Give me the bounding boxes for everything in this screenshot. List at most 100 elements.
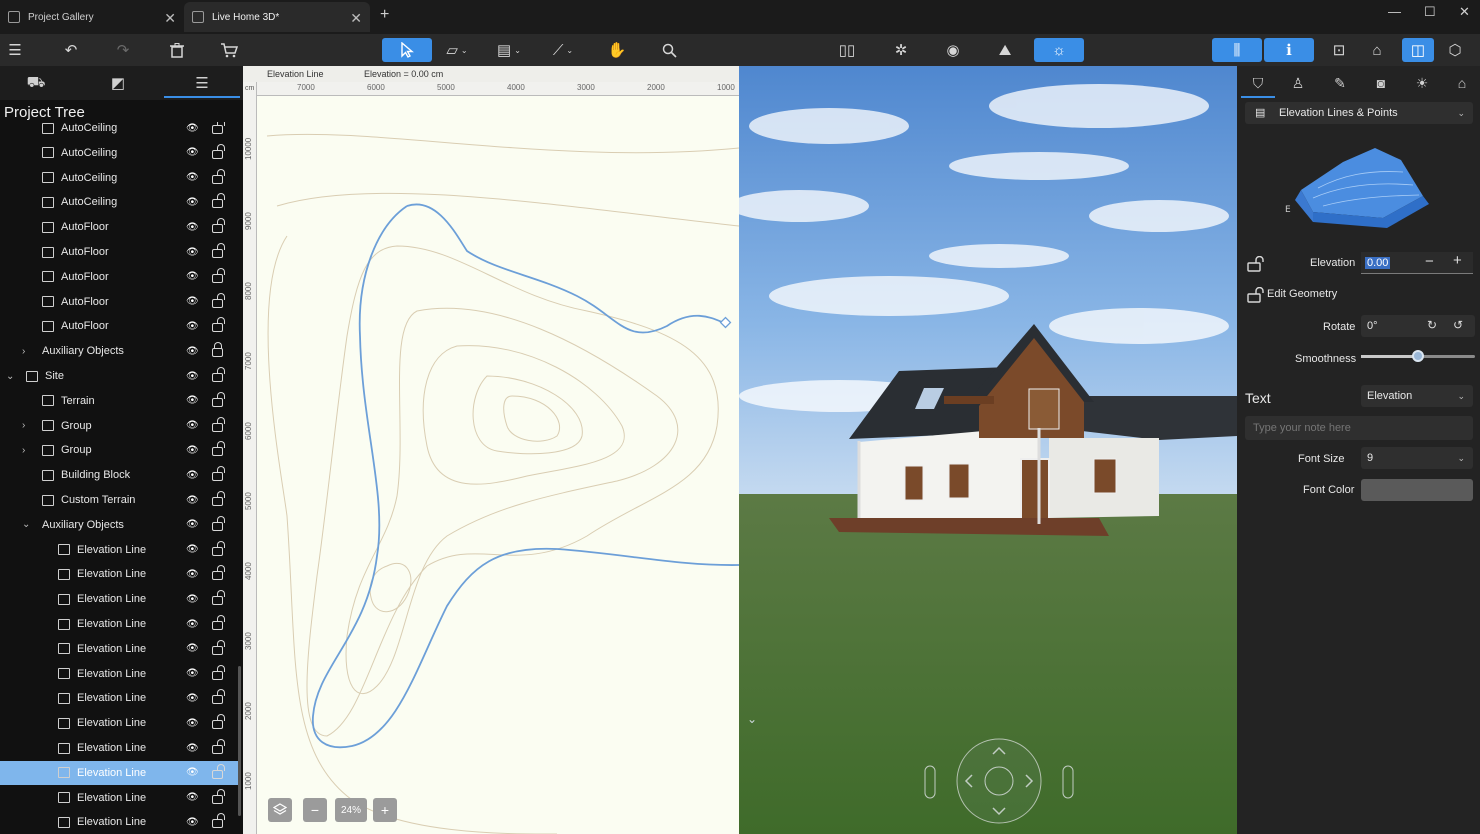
increment-button[interactable]: + bbox=[1453, 252, 1462, 269]
dimension-tool-icon[interactable]: ⟋ ⌄ bbox=[550, 38, 576, 62]
unlock-icon[interactable] bbox=[212, 590, 225, 606]
visibility-eye-icon[interactable]: 👁 bbox=[186, 495, 199, 506]
rotate-input[interactable]: 0° ↻ ↺ bbox=[1361, 315, 1475, 337]
unlock-icon[interactable] bbox=[212, 689, 225, 705]
tab-project-gallery[interactable]: Project Gallery ✕ bbox=[0, 2, 184, 32]
split-view-icon[interactable]: ◫ bbox=[1402, 38, 1434, 62]
font-color-swatch[interactable] bbox=[1361, 479, 1473, 501]
tree-row[interactable]: Elevation Line 👁 bbox=[0, 686, 240, 710]
visibility-eye-icon[interactable]: 👁 bbox=[186, 247, 199, 258]
unlock-icon[interactable] bbox=[212, 540, 225, 556]
elevation-input[interactable]: 0.00 − + bbox=[1361, 252, 1473, 274]
trash-icon[interactable] bbox=[164, 38, 190, 62]
layers-button[interactable] bbox=[268, 798, 292, 822]
tree-row[interactable]: Elevation Line 👁 bbox=[0, 662, 240, 686]
contour-drawing[interactable] bbox=[257, 96, 739, 834]
plan-view[interactable]: Elevation Line Elevation = 0.00 cm 7000 6… bbox=[243, 66, 739, 834]
stamp-icon[interactable]: ♙ bbox=[1283, 72, 1313, 94]
tree-row[interactable]: › Group 👁 bbox=[0, 438, 240, 462]
visibility-eye-icon[interactable]: 👁 bbox=[186, 197, 199, 208]
visibility-eye-icon[interactable]: 👁 bbox=[186, 123, 199, 134]
tree-row[interactable]: ⌄ Site 👁 bbox=[0, 364, 240, 388]
visibility-eye-icon[interactable]: 👁 bbox=[186, 668, 199, 679]
unlock-icon[interactable] bbox=[212, 367, 225, 382]
new-tab-icon[interactable]: + bbox=[380, 6, 389, 24]
cameras-icon[interactable]: ▯▯ bbox=[834, 38, 860, 62]
edit-geometry-label[interactable]: Edit Geometry bbox=[1267, 288, 1337, 300]
tree-row[interactable]: Building Block 👁 bbox=[0, 463, 240, 487]
tree-row[interactable]: AutoCeiling 👁 bbox=[0, 122, 240, 140]
camera-icon[interactable]: ◙ bbox=[1366, 72, 1396, 94]
tree-row[interactable]: AutoFloor 👁 bbox=[0, 314, 240, 338]
close-tab-icon[interactable]: ✕ bbox=[350, 10, 362, 27]
unlock-icon[interactable] bbox=[212, 788, 225, 804]
unlock-icon[interactable] bbox=[212, 317, 225, 333]
unlock-icon[interactable] bbox=[212, 391, 225, 407]
tree-row[interactable]: Elevation Line 👁 bbox=[0, 612, 240, 636]
unlock-icon[interactable] bbox=[212, 565, 225, 581]
visibility-eye-icon[interactable]: 👁 bbox=[186, 470, 199, 481]
unlock-icon[interactable] bbox=[212, 441, 225, 457]
3d-box-icon[interactable]: ⬡ bbox=[1442, 38, 1468, 62]
visibility-eye-icon[interactable]: 👁 bbox=[186, 594, 199, 605]
cart-icon[interactable] bbox=[216, 38, 242, 62]
visibility-eye-icon[interactable]: 👁 bbox=[186, 544, 199, 555]
zoom-level[interactable]: 24% bbox=[335, 798, 367, 822]
materials-icon[interactable]: ◩ bbox=[98, 72, 138, 94]
tree-row[interactable]: › Group 👁 bbox=[0, 414, 240, 438]
chevron-right-icon[interactable]: › bbox=[22, 346, 32, 357]
unlock-icon[interactable] bbox=[212, 168, 225, 184]
tree-row[interactable]: AutoFloor 👁 bbox=[0, 240, 240, 264]
unlock-icon[interactable] bbox=[212, 763, 225, 779]
unlock-icon[interactable] bbox=[1247, 255, 1264, 272]
visibility-eye-icon[interactable]: 👁 bbox=[186, 743, 199, 754]
3d-scene[interactable]: ⌄ bbox=[739, 66, 1237, 834]
zoom-out-button[interactable]: − bbox=[303, 798, 327, 822]
slider-handle[interactable] bbox=[1412, 350, 1424, 362]
inspector-icon[interactable]: ℹ bbox=[1264, 38, 1314, 62]
unlock-icon[interactable] bbox=[212, 243, 225, 258]
visibility-eye-icon[interactable]: 👁 bbox=[186, 147, 199, 158]
unlock-icon[interactable] bbox=[212, 466, 225, 482]
undo-icon[interactable]: ↶ bbox=[58, 38, 84, 62]
visibility-eye-icon[interactable]: 👁 bbox=[186, 817, 199, 828]
visibility-eye-icon[interactable]: 👁 bbox=[186, 346, 199, 357]
visibility-eye-icon[interactable]: 👁 bbox=[186, 718, 199, 729]
visibility-eye-icon[interactable]: 👁 bbox=[186, 395, 199, 406]
visibility-eye-icon[interactable]: 👁 bbox=[186, 619, 199, 630]
unlock-icon[interactable] bbox=[212, 739, 225, 754]
object-type-dropdown[interactable]: ▤ Elevation Lines & Points ⌄ bbox=[1245, 102, 1473, 124]
tree-row[interactable]: Elevation Line 👁 bbox=[0, 760, 240, 785]
redo-icon[interactable]: ↷ bbox=[110, 38, 136, 62]
visibility-eye-icon[interactable]: 👁 bbox=[186, 643, 199, 654]
visibility-eye-icon[interactable]: 👁 bbox=[186, 569, 199, 580]
tree-row[interactable]: Custom Terrain 👁 bbox=[0, 488, 240, 512]
smoothness-slider[interactable] bbox=[1361, 350, 1475, 362]
tree-row[interactable]: AutoFloor 👁 bbox=[0, 290, 240, 314]
rotate-cw-icon[interactable]: ↻ bbox=[1427, 318, 1437, 332]
sun-icon[interactable]: ☼ bbox=[1034, 38, 1084, 62]
chevron-down-icon[interactable]: ⌄ bbox=[22, 519, 32, 530]
visibility-eye-icon[interactable]: 👁 bbox=[186, 445, 199, 456]
close-tab-icon[interactable]: ✕ bbox=[164, 10, 176, 27]
walkthrough-icon[interactable]: ✲ bbox=[888, 38, 914, 62]
pan-hand-icon[interactable]: ✋ bbox=[604, 38, 630, 62]
tree-row[interactable]: Elevation Line 👁 bbox=[0, 711, 240, 735]
note-input[interactable] bbox=[1245, 416, 1473, 440]
light-icon[interactable]: ☀ bbox=[1407, 72, 1437, 94]
chevron-down-icon[interactable]: ⌄ bbox=[6, 371, 16, 382]
line-endpoint-handle[interactable] bbox=[719, 316, 732, 329]
tree-row[interactable]: Terrain 👁 bbox=[0, 389, 240, 413]
tree-row[interactable]: Elevation Line 👁 bbox=[0, 637, 240, 661]
library-icon[interactable]: ⫼ bbox=[1212, 38, 1262, 62]
close-window-icon[interactable]: ✕ bbox=[1459, 4, 1470, 20]
visibility-eye-icon[interactable]: 👁 bbox=[186, 321, 199, 332]
unlock-icon[interactable] bbox=[212, 615, 225, 630]
tree-row[interactable]: AutoFloor 👁 bbox=[0, 265, 240, 289]
unlock-icon[interactable] bbox=[212, 491, 225, 506]
unlock-icon[interactable] bbox=[212, 664, 225, 680]
collapse-chevron-icon[interactable]: ⌄ bbox=[747, 712, 757, 726]
unlock-icon[interactable] bbox=[212, 193, 225, 209]
tree-row[interactable]: › Auxiliary Objects 👁 bbox=[0, 339, 240, 363]
wall-tool-icon[interactable]: ▱ ⌄ bbox=[444, 38, 470, 62]
